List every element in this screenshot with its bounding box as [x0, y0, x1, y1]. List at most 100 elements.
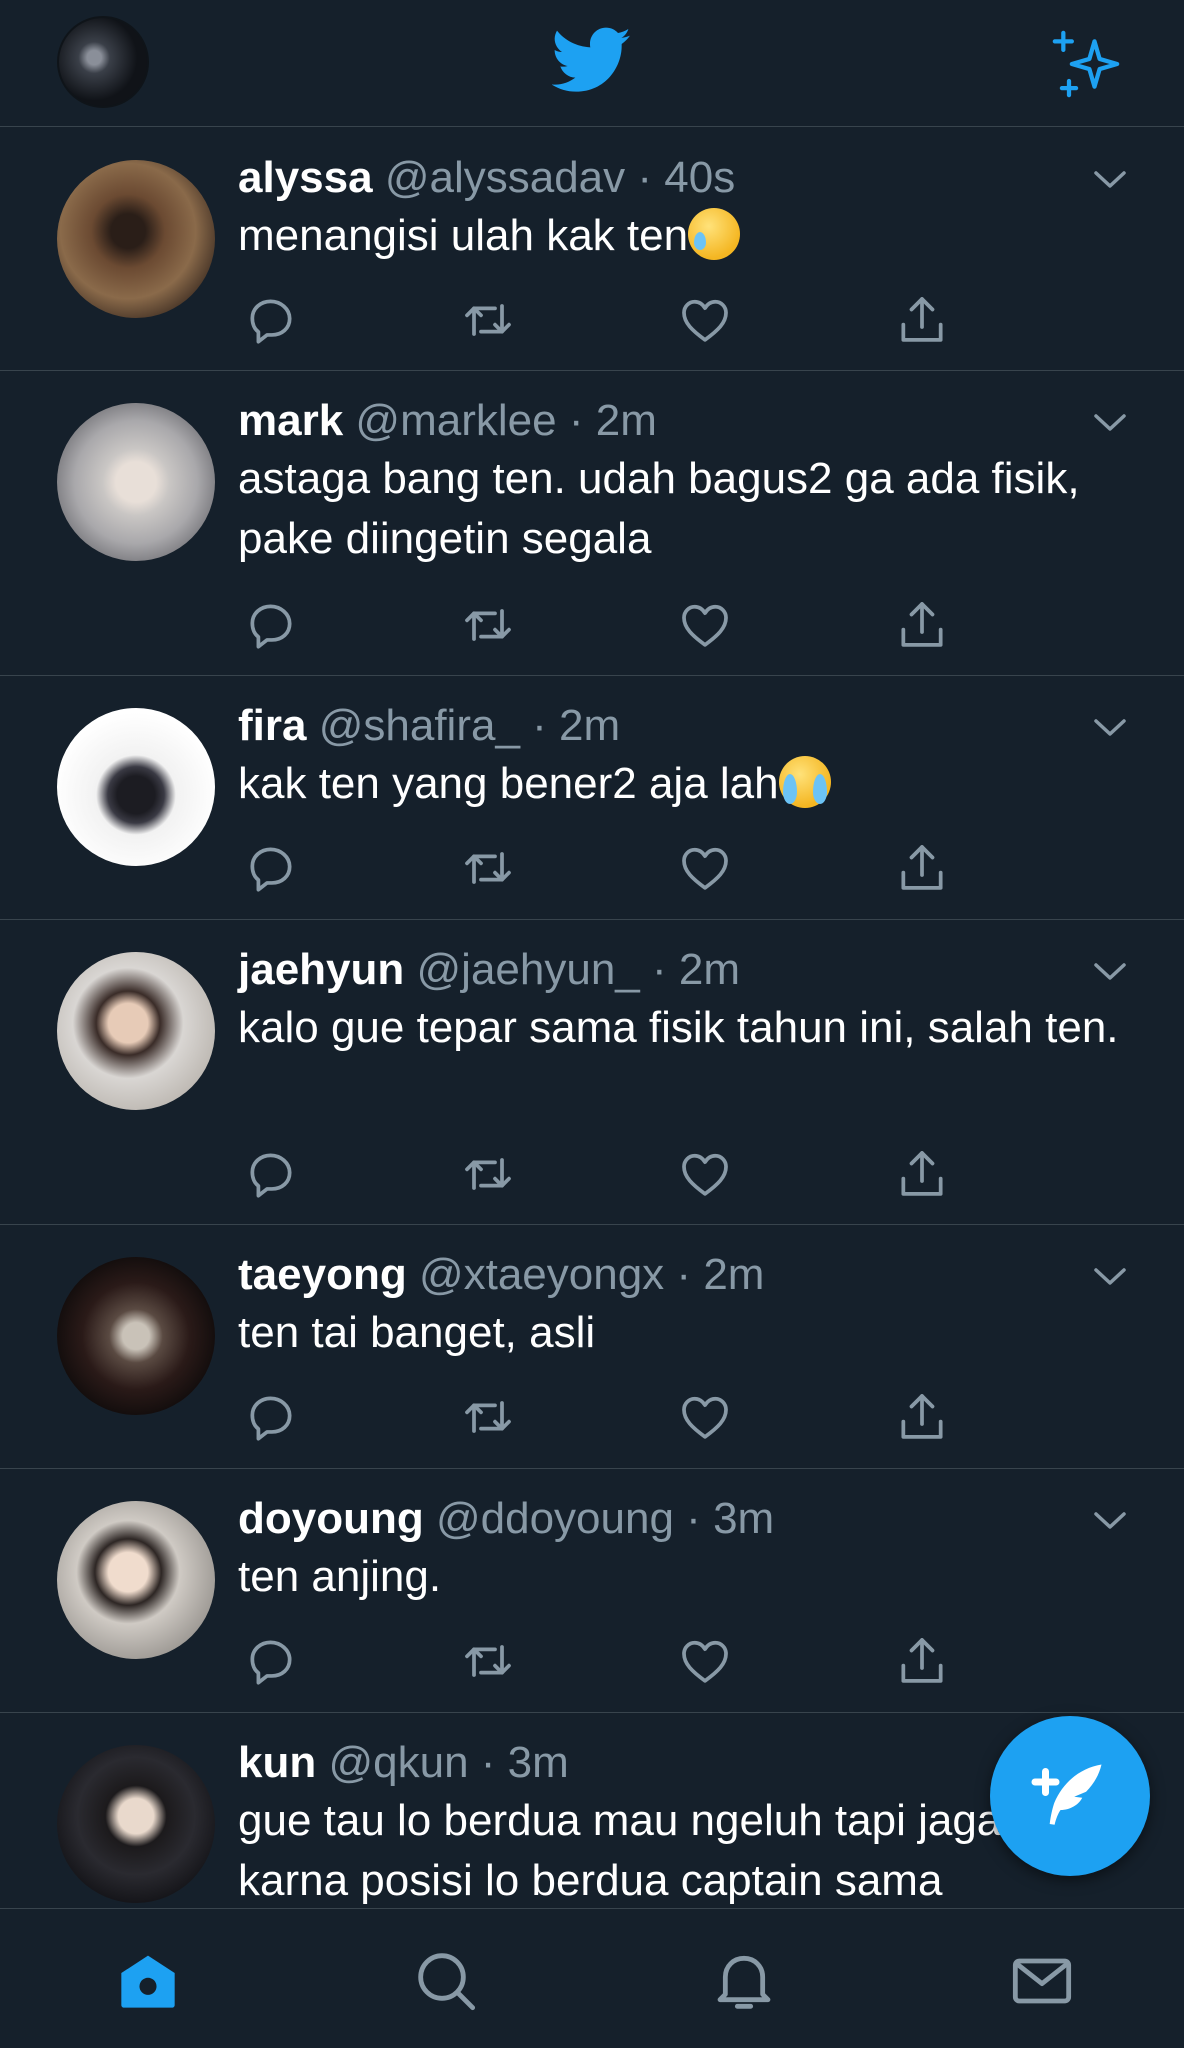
- avatar[interactable]: [57, 1257, 215, 1415]
- chevron-down-icon[interactable]: [1090, 960, 1130, 984]
- like-icon: [682, 1153, 728, 1196]
- timestamp[interactable]: 3m: [713, 1494, 774, 1543]
- tweet-content: jaehyun @jaehyun_ · 2m kalo gue tepar sa…: [238, 942, 1138, 1058]
- tear-icon: [694, 232, 707, 250]
- retweet-icon: [465, 1158, 511, 1190]
- retweet-button[interactable]: [460, 1633, 516, 1689]
- share-button[interactable]: [894, 292, 950, 348]
- tweet-content: doyoung @ddoyoung · 3m ten anjing.: [238, 1491, 1138, 1607]
- retweet-button[interactable]: [460, 292, 516, 348]
- avatar[interactable]: [57, 160, 215, 318]
- chevron-down-icon[interactable]: [1090, 168, 1130, 192]
- retweet-button[interactable]: [460, 1389, 516, 1445]
- share-button[interactable]: [894, 840, 950, 896]
- share-button[interactable]: [894, 1146, 950, 1202]
- reply-button[interactable]: [243, 1633, 299, 1689]
- like-button[interactable]: [677, 1146, 733, 1202]
- tweet-header: doyoung @ddoyoung · 3m: [238, 1491, 1138, 1547]
- tab-notifications[interactable]: [712, 1949, 776, 2013]
- share-icon: [901, 1638, 943, 1683]
- retweet-button[interactable]: [460, 1146, 516, 1202]
- user-handle[interactable]: @marklee: [355, 396, 556, 445]
- avatar[interactable]: [57, 1745, 215, 1903]
- reply-button[interactable]: [243, 1389, 299, 1445]
- tweet-header: jaehyun @jaehyun_ · 2m: [238, 942, 1138, 998]
- like-icon: [682, 847, 728, 890]
- tweet[interactable]: taeyong @xtaeyongx · 2m ten tai banget, …: [0, 1225, 1184, 1469]
- like-icon: [682, 604, 728, 647]
- chevron-down-icon[interactable]: [1090, 716, 1130, 740]
- user-handle[interactable]: @jaehyun_: [417, 945, 640, 994]
- avatar[interactable]: [57, 708, 215, 866]
- user-handle[interactable]: @ddoyoung: [436, 1494, 674, 1543]
- timestamp[interactable]: 2m: [679, 945, 740, 994]
- display-name[interactable]: taeyong: [238, 1250, 407, 1299]
- separator-dot: ·: [686, 1494, 701, 1543]
- tweet-actions: [238, 1389, 998, 1445]
- display-name[interactable]: doyoung: [238, 1494, 424, 1543]
- separator-dot: ·: [568, 396, 584, 445]
- timestamp[interactable]: 2m: [559, 701, 620, 750]
- like-button[interactable]: [677, 597, 733, 653]
- share-button[interactable]: [894, 597, 950, 653]
- display-name[interactable]: mark: [238, 396, 343, 445]
- timestamp[interactable]: 40s: [664, 153, 735, 202]
- messages-icon: [1012, 1958, 1072, 2004]
- retweet-icon: [465, 1645, 511, 1677]
- tweet-text: ten anjing.: [238, 1552, 442, 1601]
- tweet-actions: [238, 1146, 998, 1202]
- reply-button[interactable]: [243, 840, 299, 896]
- retweet-icon: [465, 1401, 511, 1433]
- share-button[interactable]: [894, 1633, 950, 1689]
- timestamp[interactable]: 2m: [596, 396, 657, 445]
- chevron-down-icon[interactable]: [1090, 1509, 1130, 1533]
- twitter-bird-icon[interactable]: [552, 26, 632, 96]
- share-button[interactable]: [894, 1389, 950, 1445]
- avatar[interactable]: [57, 1501, 215, 1659]
- user-handle[interactable]: @shafira_: [319, 701, 520, 750]
- loudly-crying-face-emoji-icon: [778, 756, 831, 808]
- reply-button[interactable]: [243, 292, 299, 348]
- tweet[interactable]: fira @shafira_ · 2m kak ten yang bener2 …: [0, 676, 1184, 920]
- tab-home[interactable]: [116, 1949, 180, 2013]
- profile-avatar[interactable]: [57, 16, 149, 108]
- avatar[interactable]: [57, 403, 215, 561]
- reply-icon: [250, 847, 292, 892]
- retweet-button[interactable]: [460, 840, 516, 896]
- user-handle[interactable]: @alyssadav: [385, 153, 625, 202]
- compose-tweet-button[interactable]: [990, 1716, 1150, 1876]
- user-handle[interactable]: @xtaeyongx: [419, 1250, 664, 1299]
- display-name[interactable]: kun: [238, 1738, 316, 1787]
- sparkle-icon[interactable]: [1052, 30, 1120, 98]
- reply-icon: [250, 1640, 292, 1685]
- timestamp[interactable]: 3m: [508, 1738, 569, 1787]
- display-name[interactable]: alyssa: [238, 153, 373, 202]
- retweet-button[interactable]: [460, 597, 516, 653]
- reply-button[interactable]: [243, 1146, 299, 1202]
- display-name[interactable]: jaehyun: [238, 945, 404, 994]
- like-button[interactable]: [677, 1389, 733, 1445]
- display-name[interactable]: fira: [238, 701, 306, 750]
- chevron-down-icon[interactable]: [1090, 411, 1130, 435]
- tweet-text-body: kak ten yang bener2 aja lah: [238, 759, 779, 808]
- tweet-header: alyssa @alyssadav · 40s: [238, 150, 1138, 206]
- retweet-icon: [465, 609, 511, 641]
- like-button[interactable]: [677, 840, 733, 896]
- tweet[interactable]: alyssa @alyssadav · 40s menangisi ulah k…: [0, 128, 1184, 371]
- like-button[interactable]: [677, 292, 733, 348]
- avatar[interactable]: [57, 952, 215, 1110]
- tab-search[interactable]: [414, 1949, 478, 2013]
- like-button[interactable]: [677, 1633, 733, 1689]
- tweet-text: menangisi ulah kak ten: [238, 206, 1138, 266]
- reply-icon: [250, 1396, 292, 1441]
- tweet[interactable]: mark @marklee · 2m astaga bang ten. udah…: [0, 371, 1184, 676]
- tweet[interactable]: jaehyun @jaehyun_ · 2m kalo gue tepar sa…: [0, 920, 1184, 1225]
- timestamp[interactable]: 2m: [703, 1250, 764, 1299]
- top-app-bar: [0, 0, 1184, 127]
- reply-button[interactable]: [243, 597, 299, 653]
- tab-messages[interactable]: [1010, 1949, 1074, 2013]
- tweet-actions: [238, 1633, 998, 1689]
- tweet[interactable]: doyoung @ddoyoung · 3m ten anjing.: [0, 1469, 1184, 1713]
- chevron-down-icon[interactable]: [1090, 1265, 1130, 1289]
- user-handle[interactable]: @qkun: [328, 1738, 468, 1787]
